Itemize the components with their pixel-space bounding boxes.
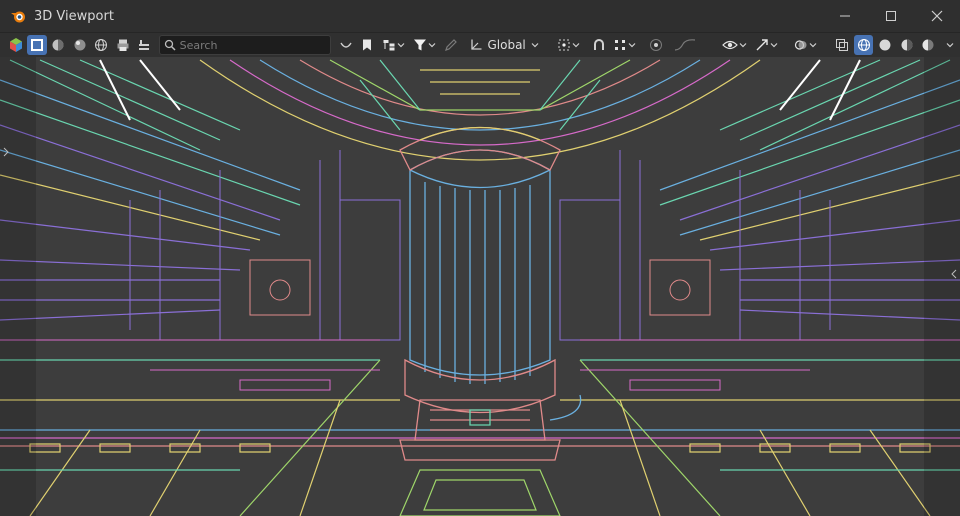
proportional-edit-button[interactable] — [646, 35, 665, 55]
rendered-shading-button[interactable] — [918, 35, 937, 55]
wireframe-scene — [0, 57, 960, 516]
ceiling-arches — [199, 59, 761, 161]
chevron-down-icon — [397, 43, 405, 48]
world-button[interactable] — [92, 35, 111, 55]
printer-icon — [117, 39, 129, 51]
gizmo-arrow-icon — [756, 39, 768, 51]
chevron-down-icon — [809, 43, 817, 48]
bookmark-button[interactable] — [358, 35, 377, 55]
outliner-icon — [383, 40, 395, 51]
magnet-snap-icon — [593, 39, 604, 50]
minimize-icon — [840, 15, 850, 17]
solid-sphere-icon — [879, 39, 891, 51]
wireframe-sphere-icon — [857, 39, 870, 51]
overlay-circles-icon — [794, 40, 807, 50]
blender-logo-icon — [11, 11, 25, 23]
wireframe-shading-button[interactable] — [854, 35, 874, 55]
right-pipes — [659, 59, 960, 321]
close-button[interactable] — [914, 0, 960, 32]
window-title: 3D Viewport — [34, 8, 114, 24]
grid-snap-icon — [615, 40, 626, 50]
stack-icon — [138, 40, 149, 50]
material-sphere-icon — [52, 39, 64, 51]
pivot-point-icon — [558, 39, 570, 51]
left-region-shade — [0, 57, 36, 516]
left-pipes — [0, 59, 301, 321]
floor-wire — [0, 359, 960, 516]
overlays-dropdown[interactable] — [791, 35, 820, 55]
search-placeholder: Search — [179, 38, 218, 52]
visibility-dropdown[interactable] — [720, 35, 749, 55]
filter-dropdown[interactable] — [410, 35, 439, 55]
proportional-edit-icon — [649, 39, 662, 51]
search-field[interactable]: Search — [158, 35, 332, 55]
snap-target-dropdown[interactable] — [610, 35, 639, 55]
window-titlebar: 3D Viewport — [0, 0, 960, 32]
curve-icon — [340, 42, 352, 48]
snap-toggle-button[interactable] — [589, 35, 608, 55]
chevron-down-icon — [739, 43, 746, 48]
display-mode-dropdown[interactable] — [379, 35, 408, 55]
chevron-down-icon — [428, 43, 436, 48]
falloff-dropdown[interactable] — [668, 35, 703, 55]
print-button[interactable] — [113, 35, 132, 55]
xray-toggle-button[interactable] — [833, 35, 852, 55]
chevron-down-icon — [531, 43, 539, 48]
solid-shading-button[interactable] — [875, 35, 894, 55]
pencil-icon — [444, 39, 457, 51]
viewport-header: Search Global — [0, 32, 960, 58]
chevron-down-icon — [572, 43, 580, 48]
xray-icon — [836, 39, 849, 51]
object-mode-button[interactable] — [6, 35, 25, 55]
rendered-sphere-icon — [922, 39, 934, 51]
transform-orientation-dropdown[interactable]: Global — [462, 35, 545, 55]
axis-orientation-icon — [471, 39, 482, 50]
chevron-down-icon — [946, 43, 954, 48]
search-icon — [164, 39, 176, 51]
solid-sphere-button[interactable] — [49, 35, 68, 55]
chevron-down-icon — [770, 43, 778, 48]
material-shading-icon — [901, 39, 913, 51]
shading-options-dropdown[interactable] — [940, 35, 959, 55]
material-preview-button[interactable] — [70, 35, 89, 55]
scene-cube-icon — [9, 38, 22, 52]
falloff-curve-icon — [675, 39, 696, 51]
transform-orientation-value: Global — [487, 38, 526, 52]
maximize-button[interactable] — [868, 0, 914, 32]
side-machinery — [0, 150, 960, 391]
central-column — [399, 126, 582, 461]
stack-button[interactable] — [134, 35, 153, 55]
eye-icon — [721, 40, 738, 50]
right-region-shade — [924, 57, 960, 516]
close-icon — [931, 10, 943, 22]
material-shading-button[interactable] — [897, 35, 916, 55]
gizmo-dropdown[interactable] — [751, 35, 782, 55]
bookmark-icon — [363, 39, 372, 51]
curve-button[interactable] — [336, 35, 355, 55]
chevron-down-icon — [628, 43, 636, 48]
pencil-button[interactable] — [441, 35, 460, 55]
select-box-button[interactable] — [27, 35, 47, 55]
minimize-button[interactable] — [822, 0, 868, 32]
shading-sphere-icon — [74, 39, 86, 51]
maximize-icon — [886, 11, 896, 21]
viewport-canvas[interactable] — [0, 57, 960, 516]
select-box-icon — [31, 39, 44, 51]
globe-icon — [95, 39, 108, 51]
filter-funnel-icon — [414, 39, 427, 51]
pivot-point-dropdown[interactable] — [553, 35, 584, 55]
